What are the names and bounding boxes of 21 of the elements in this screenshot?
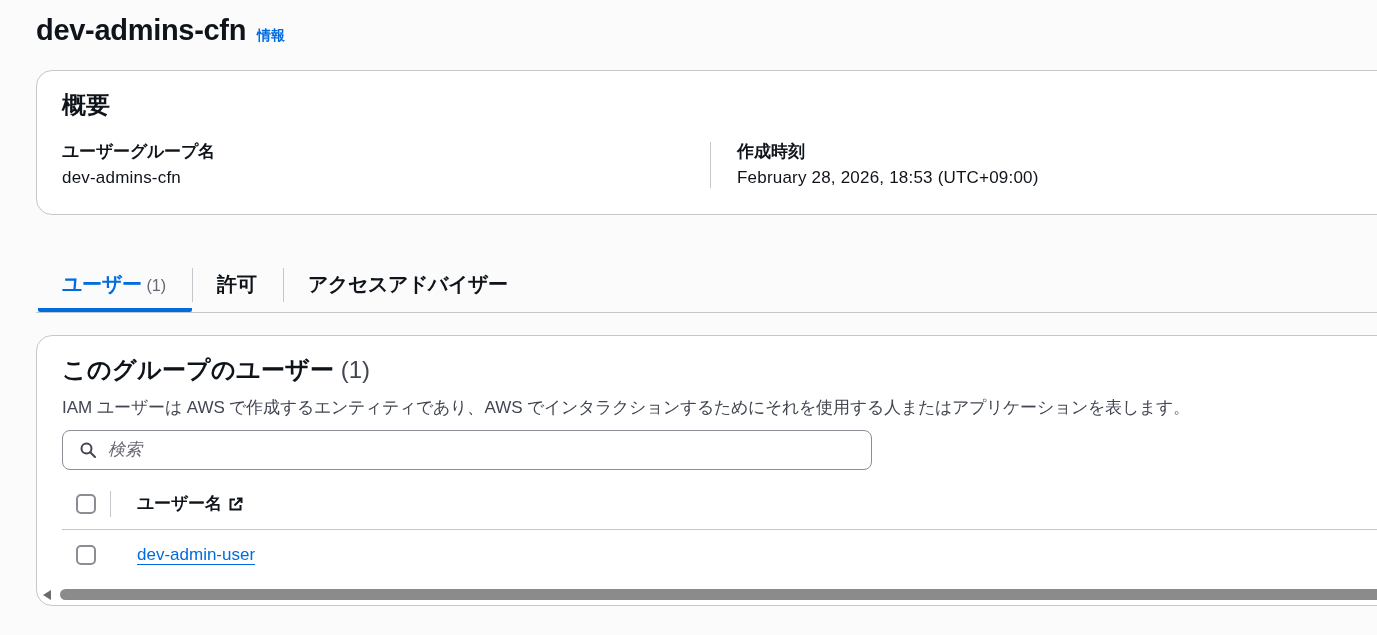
info-link[interactable]: 情報 xyxy=(257,26,286,44)
search-field[interactable]: 検索 xyxy=(62,430,872,470)
tab[interactable]: 許可 xyxy=(193,257,283,312)
row-checkbox[interactable] xyxy=(76,544,96,565)
field-value: dev-admins-cfn xyxy=(62,168,182,188)
page-title: dev-admins-cfn xyxy=(36,14,247,46)
tab[interactable]: ユーザー (1) xyxy=(38,257,192,312)
column-header: ユーザー名 xyxy=(137,493,222,514)
select-all-checkbox[interactable] xyxy=(76,493,96,514)
scrollbar-thumb[interactable] xyxy=(60,589,1377,600)
tab[interactable]: アクセスアドバイザー xyxy=(284,257,534,312)
overview-heading: 概要 xyxy=(62,91,111,119)
search-icon xyxy=(80,442,96,458)
field-label: ユーザーグループ名 xyxy=(62,142,216,162)
field-value: February 28, 2026, 18:53 (UTC+09:00) xyxy=(737,168,1040,188)
user-name-link[interactable]: dev-admin-user xyxy=(137,544,256,564)
description-text: IAM ユーザーは AWS で作成するエンティティであり、AWS でインタラクションするためにそれを使用する人またはアプリケーションを表します。 xyxy=(62,398,1192,418)
field-label: 作成時刻 xyxy=(737,142,806,162)
users-heading: このグループのユーザー (1) xyxy=(62,356,371,384)
scroll-left-icon[interactable] xyxy=(43,589,51,600)
external-link-icon xyxy=(229,496,243,511)
